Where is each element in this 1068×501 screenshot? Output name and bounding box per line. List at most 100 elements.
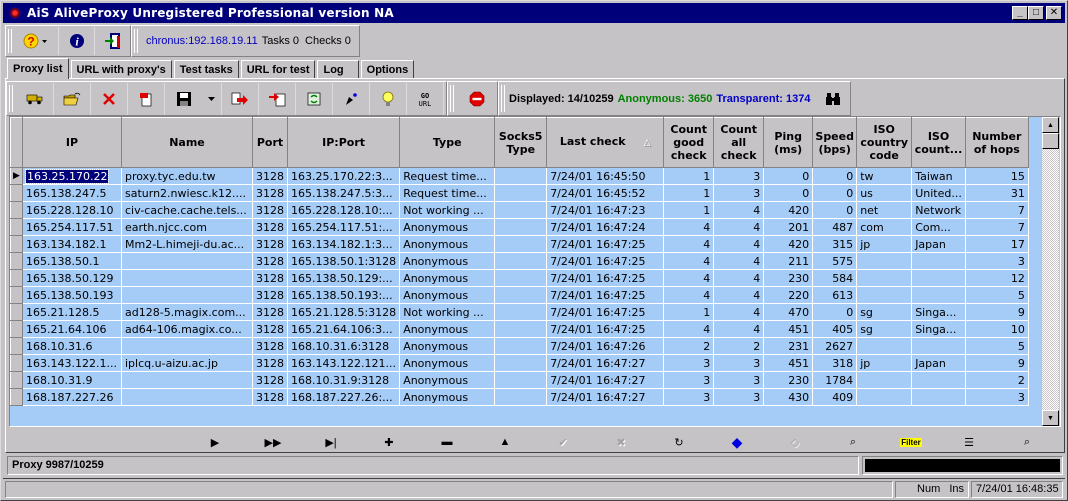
cell-ip[interactable]: 165.254.117.51 (22, 218, 122, 236)
cell-type[interactable]: Anonymous (399, 320, 496, 338)
cell-ipport[interactable]: 165.21.128.5:3128 (287, 303, 401, 321)
cell-port[interactable]: 3128 (252, 388, 288, 406)
last-record-button[interactable]: ▶| (302, 431, 360, 453)
column-header-country[interactable]: ISO count... (911, 117, 966, 168)
row-indicator[interactable] (10, 371, 23, 389)
cell-iso[interactable]: sg (856, 320, 913, 338)
maximize-button[interactable]: □ (1028, 6, 1044, 20)
table-row[interactable]: 165.138.50.1 3128 165.138.50.1:3128 Anonymo… (10, 252, 1029, 270)
cell-name[interactable] (121, 286, 253, 304)
cell-type[interactable]: Anonymous (399, 235, 496, 253)
cell-speed[interactable]: 613 (812, 286, 858, 304)
cell-lastcheck[interactable]: 7/24/01 16:47:27 (546, 354, 665, 372)
cell-ip[interactable]: 168.10.31.9 (22, 371, 122, 389)
cell-lastcheck[interactable]: 7/24/01 16:45:52 (546, 184, 665, 202)
cell-ping[interactable]: 201 (763, 218, 814, 236)
cell-port[interactable]: 3128 (252, 167, 288, 185)
cell-country[interactable]: Japan (911, 235, 966, 253)
tab-test-tasks[interactable]: Test tasks (173, 60, 239, 78)
cell-ping[interactable]: 470 (763, 303, 814, 321)
cell-ping[interactable]: 420 (763, 201, 814, 219)
cell-lastcheck[interactable]: 7/24/01 16:47:25 (546, 286, 665, 304)
tab-log[interactable]: Log (317, 60, 359, 78)
cell-hops[interactable]: 7 (965, 218, 1029, 236)
row-indicator[interactable] (10, 252, 23, 270)
cell-ipport[interactable]: 165.138.247.5:3... (287, 184, 401, 202)
tab-url-for-test[interactable]: URL for test (240, 60, 316, 78)
print-list-button[interactable]: ☰ (940, 431, 998, 453)
row-indicator[interactable] (10, 320, 23, 338)
remove-page-button[interactable] (128, 82, 165, 115)
open-button[interactable] (54, 82, 91, 115)
column-header-hops[interactable]: Number of hops (964, 117, 1029, 168)
cell-name[interactable]: ad64-106.magix.co... (121, 320, 253, 338)
search-options-button[interactable]: ⌕ (998, 431, 1056, 453)
export-button[interactable] (222, 82, 259, 115)
cell-name[interactable]: ad128-5.magix.com... (121, 303, 253, 321)
cell-country[interactable]: Network (911, 201, 966, 219)
cell-iso[interactable]: us (856, 184, 913, 202)
cell-country[interactable] (911, 269, 966, 287)
cell-iso[interactable]: jp (856, 235, 913, 253)
cell-lastcheck[interactable]: 7/24/01 16:47:27 (546, 371, 665, 389)
cell-socks5[interactable] (494, 167, 548, 185)
cell-type[interactable]: Anonymous (399, 252, 496, 270)
cell-hops[interactable]: 5 (965, 337, 1029, 355)
cell-lastcheck[interactable]: 7/24/01 16:47:23 (546, 201, 665, 219)
vertical-scrollbar[interactable]: ▲ ▼ (1042, 117, 1059, 426)
cell-type[interactable]: Request time... (399, 167, 496, 185)
cell-socks5[interactable] (494, 184, 548, 202)
hint-button[interactable] (370, 82, 407, 115)
cell-iso[interactable]: com (856, 218, 913, 236)
row-indicator[interactable] (10, 354, 23, 372)
cell-port[interactable]: 3128 (252, 269, 288, 287)
cell-port[interactable]: 3128 (252, 337, 288, 355)
cell-iso[interactable] (856, 269, 913, 287)
scroll-up-button[interactable]: ▲ (1042, 117, 1059, 133)
cell-speed[interactable]: 2627 (812, 337, 858, 355)
cell-good[interactable]: 4 (663, 286, 715, 304)
row-indicator[interactable] (10, 388, 23, 406)
cell-country[interactable] (911, 371, 966, 389)
column-header-speed[interactable]: Speed (bps) (812, 117, 858, 168)
cell-all[interactable]: 4 (713, 286, 765, 304)
delete-record-button[interactable]: ▬ (418, 431, 476, 453)
cell-socks5[interactable] (494, 235, 548, 253)
cell-all[interactable]: 4 (713, 252, 765, 270)
cell-ping[interactable]: 230 (763, 269, 814, 287)
cell-country[interactable]: Singa... (911, 303, 966, 321)
cell-good[interactable]: 2 (663, 337, 715, 355)
cell-ip[interactable]: 165.21.64.106 (22, 320, 122, 338)
cell-all[interactable]: 3 (713, 371, 765, 389)
cell-lastcheck[interactable]: 7/24/01 16:47:26 (546, 337, 665, 355)
cell-socks5[interactable] (494, 320, 548, 338)
help-menu-button[interactable]: ? (14, 27, 58, 55)
cell-socks5[interactable] (494, 269, 548, 287)
cell-hops[interactable]: 9 (965, 303, 1029, 321)
cell-iso[interactable] (856, 337, 913, 355)
pin-button[interactable] (333, 82, 370, 115)
table-row[interactable]: 168.10.31.9 3128 168.10.31.9:3128 Anonymous… (10, 371, 1029, 389)
column-header-ping[interactable]: Ping (ms) (763, 117, 814, 168)
cell-hops[interactable]: 15 (965, 167, 1029, 185)
cell-ip[interactable]: 168.187.227.26 (22, 388, 122, 406)
cell-socks5[interactable] (494, 303, 548, 321)
cell-ipport[interactable]: 165.138.50.193:... (287, 286, 401, 304)
row-indicator[interactable]: ▶ (10, 167, 23, 185)
cell-port[interactable]: 3128 (252, 371, 288, 389)
cell-all[interactable]: 3 (713, 354, 765, 372)
cell-hops[interactable]: 3 (965, 252, 1029, 270)
cell-lastcheck[interactable]: 7/24/01 16:47:27 (546, 388, 665, 406)
cell-all[interactable]: 3 (713, 167, 765, 185)
tab-proxy-list[interactable]: Proxy list (7, 58, 69, 79)
cell-name[interactable]: saturn2.nwiesc.k12.... (121, 184, 253, 202)
cell-good[interactable]: 4 (663, 252, 715, 270)
close-button[interactable]: ✕ (1046, 6, 1062, 20)
cell-name[interactable] (121, 388, 253, 406)
cell-ip[interactable]: 165.138.50.129 (22, 269, 122, 287)
cell-ipport[interactable]: 165.138.50.129:... (287, 269, 401, 287)
cell-type[interactable]: Anonymous (399, 286, 496, 304)
cell-all[interactable]: 3 (713, 388, 765, 406)
cell-all[interactable]: 3 (713, 184, 765, 202)
find-button[interactable]: ⌕ (824, 431, 882, 453)
